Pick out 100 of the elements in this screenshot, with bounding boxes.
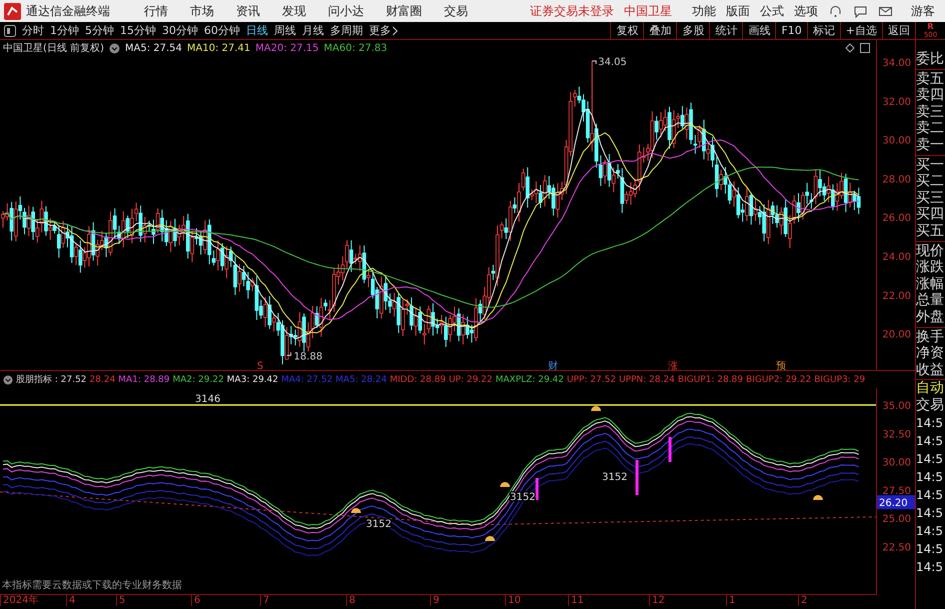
event-marker[interactable]: 财 [548, 361, 558, 370]
axis-label: 20.00 [882, 330, 911, 341]
menu-item[interactable]: 行情 [144, 2, 168, 20]
trade-time: 14:5 [916, 558, 944, 576]
indicator-value: 28.24 [90, 374, 116, 384]
diamond-icon[interactable] [845, 43, 855, 53]
high-price-label: 34.05 [598, 57, 627, 68]
menu-item[interactable]: 交易 [444, 2, 468, 20]
axis-label: 24.00 [882, 252, 911, 263]
menu-item[interactable]: 发现 [282, 2, 306, 20]
period-tab[interactable]: 日线 [246, 23, 268, 38]
indicator-value: MA1: 28.89 [118, 374, 170, 384]
signal-bar [668, 437, 672, 462]
high-price-leader-icon [592, 60, 597, 65]
marker-icon [813, 495, 823, 500]
user-label[interactable]: 游客 [911, 2, 935, 20]
quote-label: 买二 [916, 173, 945, 190]
quote-label: 委比 [916, 51, 945, 68]
menu-item[interactable]: 版面 [726, 2, 750, 20]
indicator-value: BIGUP3: 29 [814, 374, 866, 384]
indicator-value: MA5: 28.24 [336, 374, 387, 384]
indicator-value: MA2: 29.22 [172, 374, 224, 384]
date-label: 4 [66, 595, 76, 606]
trade-time: 14:5 [916, 414, 944, 432]
menu-item[interactable]: 资讯 [236, 2, 260, 20]
average-value: MA10: 27.41 [187, 42, 250, 54]
axis-label: 32.50 [882, 429, 911, 440]
panel-toggle-icon[interactable] [860, 43, 870, 53]
quote-label: 涨幅 [916, 276, 945, 292]
signal-bar [536, 478, 538, 500]
menu-item[interactable]: 公式 [760, 2, 784, 20]
date-label: 1 [726, 595, 736, 606]
date-label: 2024年 [0, 595, 38, 606]
stock-name: 中国卫星 [624, 2, 672, 20]
chevron-down-icon[interactable] [3, 374, 13, 384]
marker-icon [351, 508, 361, 513]
more-tab[interactable]: 更多 [369, 23, 391, 38]
menu-item[interactable]: 选项 [794, 2, 818, 20]
low-price-leader-icon [286, 352, 292, 356]
chevron-right-icon[interactable] [391, 26, 399, 36]
quote-label: 卖三 [916, 104, 945, 120]
period-tab[interactable]: 分时 [22, 23, 44, 38]
date-label: 8 [346, 595, 356, 606]
chat-icon[interactable] [853, 4, 868, 18]
indicator-value: MAXPLZ: 29.42 [496, 374, 564, 384]
indicator-value: BIGUP1: 28.89 [678, 374, 744, 384]
chevron-down-icon[interactable] [108, 42, 120, 54]
event-marker[interactable]: S [257, 361, 264, 370]
current-value-tag: 26.20 [877, 495, 915, 510]
quote-label: 卖二 [916, 120, 945, 137]
indicator-value: UP: 29.22 [448, 374, 492, 384]
headset-icon[interactable] [828, 4, 843, 18]
panel-toggle-icon[interactable] [4, 24, 16, 36]
period-tab[interactable]: 1分钟 [50, 23, 79, 38]
login-notice[interactable]: 证券交易未登录 [530, 2, 614, 20]
quote-label: 总量 [916, 292, 945, 309]
badge-letter: R [927, 22, 934, 30]
mode-label[interactable]: 自动 [916, 380, 945, 398]
quote-label: 外盘 [916, 308, 945, 326]
marker-icon [485, 536, 495, 541]
trade-time: 14:5 [916, 468, 944, 486]
quote-label: 涨跌 [916, 259, 945, 276]
app-title: 通达信金融终端 [26, 2, 110, 20]
period-tab[interactable]: 多周期 [330, 23, 363, 38]
quote-label: 买五 [916, 222, 945, 240]
indicator-value: UPPN: 28.24 [618, 374, 675, 384]
quote-label: 换手 [916, 328, 945, 346]
quote-label: 现价 [916, 242, 945, 260]
period-tab[interactable]: 15分钟 [120, 23, 156, 38]
period-tab[interactable]: 周线 [274, 23, 296, 38]
event-marker[interactable]: 涨 [668, 361, 678, 370]
period-tab[interactable]: 60分钟 [204, 23, 240, 38]
period-tab[interactable]: 月线 [302, 23, 324, 38]
trade-time: 14:5 [916, 450, 944, 468]
menu-item[interactable]: 财富圈 [386, 2, 422, 20]
indicator-value: MA3: 29.42 [226, 374, 278, 384]
level-label: 3146 [195, 394, 220, 405]
quote-label: 卖一 [916, 136, 945, 154]
menu-item[interactable]: 市场 [190, 2, 214, 20]
date-label: 5 [116, 595, 126, 606]
date-label: 12 [649, 595, 665, 606]
period-tab[interactable]: 30分钟 [162, 23, 198, 38]
trade-time: 14:5 [916, 504, 944, 522]
indicator-value: MA4: 27.52 [281, 374, 333, 384]
indicator-value: MIDD: 28.89 [390, 374, 446, 384]
indicator-title: 股朋指标 : 27.52 [16, 374, 87, 386]
period-tab[interactable]: 5分钟 [85, 23, 114, 38]
quote-label: 净资 [916, 345, 945, 362]
quote-label: 卖五 [916, 70, 945, 88]
average-value: MA5: 27.54 [124, 42, 182, 54]
menu-item[interactable]: 问小达 [328, 2, 364, 20]
date-label: 7 [260, 595, 270, 606]
indicator-value: BIGUP2: 29.22 [746, 374, 812, 384]
axis-label: 28.00 [882, 174, 911, 186]
quote-label: 买一 [916, 156, 945, 174]
date-label: 6 [191, 595, 200, 606]
quote-label: 买四 [916, 206, 945, 223]
signal-bar [636, 460, 638, 495]
trade-time: 14:5 [916, 540, 944, 558]
menu-item[interactable]: 功能 [692, 2, 716, 20]
